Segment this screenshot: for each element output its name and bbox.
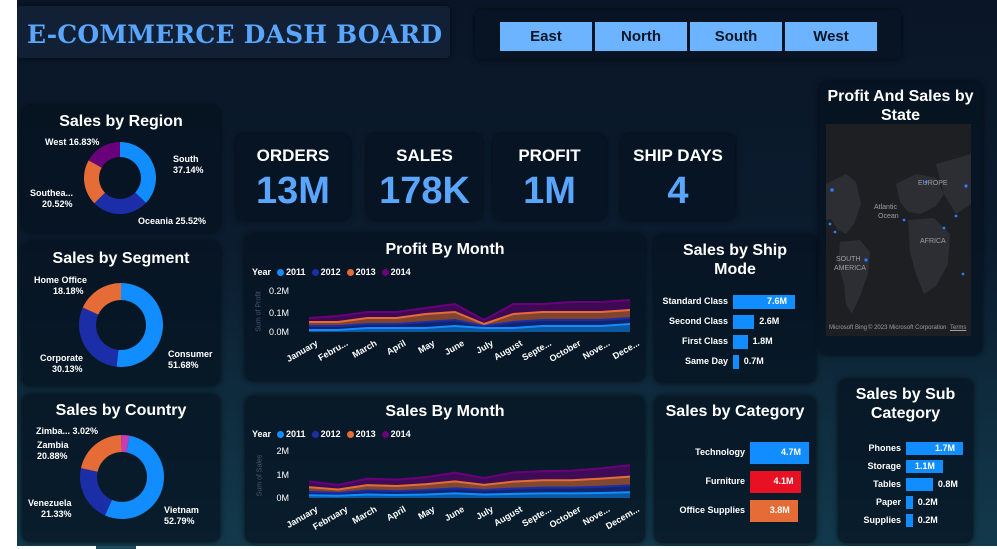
map-label-south: SOUTH (836, 256, 861, 263)
bar-value-label: 0.7M (743, 356, 764, 366)
data-label-oceania: Oceania 25.52% (138, 216, 207, 226)
bar-category-label: Technology (695, 447, 745, 457)
slicer-button-west[interactable]: West (784, 21, 878, 52)
title-banner: E-COMMERCE DASH BOARD (17, 6, 450, 58)
kpi-label: SHIP DAYS (633, 146, 723, 165)
bar-value-label: 1.8M (752, 336, 773, 346)
slicer-button-south[interactable]: South (689, 21, 783, 52)
map-copyright: © 2023 Microsoft Corporation (868, 325, 947, 331)
map-label-america: AMERICA (834, 265, 866, 272)
bar-value-label: 0.2M (917, 496, 938, 507)
panel-title: Profit And Sales by State (827, 88, 974, 124)
data-label-west: West 16.83% (45, 137, 100, 147)
kpi-value: 13M (256, 170, 330, 212)
panel-title: Sales by Category (665, 403, 805, 420)
dashboard-title: E-COMMERCE DASH BOARD (27, 20, 443, 49)
bar-category-label: Tables (873, 478, 901, 489)
bar-category-label: Standard Class (662, 296, 728, 306)
bing-logo: Microsoft Bing (829, 325, 868, 331)
sales-by-month-panel[interactable]: Sales By Month Year 2011 2012 2013 2014 2M 1… (245, 396, 645, 543)
kpi-value: 178K (379, 170, 470, 212)
donut-slice-venezuela[interactable] (80, 468, 112, 516)
bar-value-label: 0.8M (937, 478, 958, 489)
data-label-vietnam: Vietnam 52.79% (164, 505, 199, 526)
kpi-label: PROFIT (518, 146, 581, 165)
kpi-label: SALES (396, 146, 453, 165)
profit-and-sales-by-state-panel[interactable]: Profit And Sales by State EUROPE Atlanti… (819, 82, 982, 355)
bar-second-class[interactable] (733, 315, 755, 329)
bar-category-label: Phones (868, 442, 901, 453)
bar-value-label: 0.2M (917, 514, 938, 525)
bar-category-label: Storage (867, 460, 901, 471)
kpi-value: 4 (667, 170, 689, 212)
data-label-venezuela: Venezuela 21.33% (28, 498, 72, 519)
sales-by-region-panel[interactable]: Sales by Region South 37.14% Oceania 25.5… (22, 106, 220, 232)
bar-value-label: 1.1M (914, 460, 935, 471)
data-label-zambia: Zambia 20.88% (37, 440, 69, 461)
kpi-value: 1M (523, 170, 576, 212)
panel-title: Sales by Ship Mode (682, 242, 788, 278)
region-slicer: East North South West (475, 10, 901, 59)
data-label-corporate: Corporate 30.13% (40, 353, 84, 374)
map-land-shapes (826, 154, 971, 314)
bar-value-label: 3.8M (769, 505, 790, 515)
map-label-europe: EUROPE (918, 180, 948, 187)
sales-by-category-panel[interactable]: Sales by Category Technology 4.7M Furnitur… (654, 396, 816, 543)
kpi-label: ORDERS (256, 146, 330, 165)
kpi-card-sales: SALES 178K (367, 134, 482, 220)
slicer-button-north[interactable]: North (594, 21, 688, 52)
donut-slice-zambia[interactable] (80, 435, 122, 472)
data-label-home-office: Home Office 18.18% (34, 275, 88, 296)
sales-by-segment-panel[interactable]: Sales by Segment Consumer 51.68% Corporat… (22, 242, 220, 386)
bar-value-label: 7.6M (767, 296, 788, 306)
kpi-card-orders: ORDERS 13M (236, 134, 350, 220)
profit-by-month-panel[interactable]: Profit By Month Year 2011 2012 2013 2014 0.2… (245, 234, 645, 381)
bar-category-label: Same Day (684, 356, 728, 366)
bar-category-label: Second Class (668, 316, 728, 326)
map-label-ocean: Ocean (878, 213, 899, 220)
bar-value-label: 2.6M (759, 316, 780, 326)
bar-category-label: First Class (681, 336, 728, 346)
bar-paper[interactable] (906, 496, 913, 509)
sales-by-ship-mode-panel[interactable]: Sales by Ship Mode Standard Class 7.6M Seco… (654, 235, 816, 383)
data-label-southeast: Southea... 20.52% (30, 188, 74, 209)
map-terms-link[interactable]: Terms (950, 325, 966, 331)
donut-slice-home-office[interactable] (82, 283, 121, 315)
bar-value-label: 4.7M (781, 447, 802, 457)
data-label-consumer: Consumer 51.68% (168, 349, 213, 370)
map-label-africa: AFRICA (920, 238, 946, 245)
donut-slice-oceania[interactable] (94, 192, 147, 214)
bar-category-label: Office Supplies (679, 505, 745, 515)
donut-slice-south[interactable] (120, 142, 156, 203)
bar-value-label: 4.1M (773, 476, 794, 486)
kpi-card-ship-days: SHIP DAYS 4 (621, 134, 735, 220)
bar-value-label: 1.7M (935, 442, 956, 453)
map-label-atlantic: Atlantic (874, 204, 897, 211)
bar-tables[interactable] (906, 478, 933, 491)
bar-category-label: Paper (875, 496, 901, 507)
data-label-zimbabwe: Zimba... 3.02% (36, 426, 99, 436)
bar-first-class[interactable] (733, 335, 748, 349)
donut-slice-consumer[interactable] (116, 283, 164, 367)
data-label-south: South 37.14% (173, 154, 204, 175)
world-map[interactable]: EUROPE Atlantic Ocean AFRICA SOUTH AMERI… (826, 124, 971, 336)
panel-title: Sales by Sub Category (855, 386, 956, 422)
sales-by-country-panel[interactable]: Sales by Country Vietnam 52.79% Venezuela… (22, 394, 220, 542)
sales-by-sub-category-panel[interactable]: Sales by Sub Category Phones 1.7M Storage 1.… (838, 379, 973, 543)
bar-category-label: Supplies (863, 514, 901, 525)
bar-category-label: Furniture (705, 476, 746, 486)
donut-slice-corporate[interactable] (79, 307, 119, 367)
bar-supplies[interactable] (906, 514, 913, 527)
slicer-button-east[interactable]: East (499, 21, 593, 52)
bar-same-day[interactable] (733, 355, 739, 369)
dashboard-canvas: E-COMMERCE DASH BOARD East North South W… (17, 0, 997, 546)
kpi-card-profit: PROFIT 1M (493, 134, 606, 220)
